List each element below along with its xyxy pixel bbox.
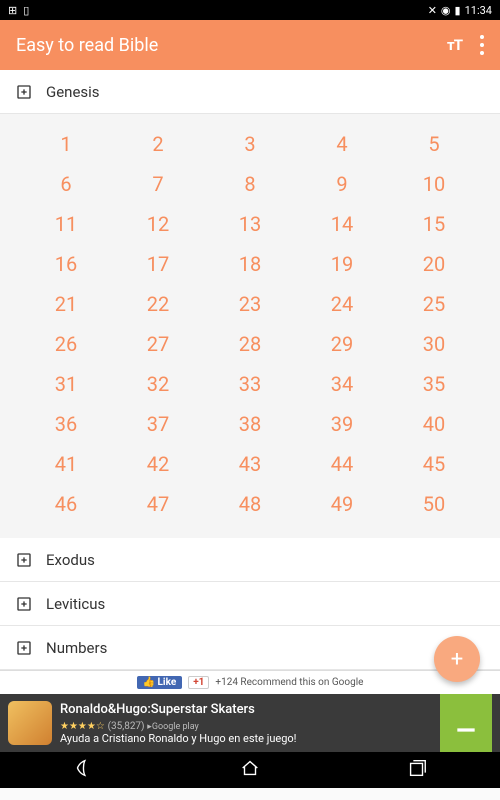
chapter-link[interactable]: 35	[388, 364, 480, 404]
app-bar: Easy to read Bible тT	[0, 20, 500, 70]
chapter-grid-genesis: 1234567891011121314151617181920212223242…	[0, 114, 500, 538]
chapter-link[interactable]: 33	[204, 364, 296, 404]
chapter-link[interactable]: 29	[296, 324, 388, 364]
recents-button[interactable]	[406, 757, 428, 783]
chapter-link[interactable]: 8	[204, 164, 296, 204]
app-title: Easy to read Bible	[16, 35, 447, 56]
plus-icon: +	[451, 647, 463, 672]
chapter-link[interactable]: 27	[112, 324, 204, 364]
chapter-link[interactable]: 19	[296, 244, 388, 284]
chapter-link[interactable]: 50	[388, 484, 480, 524]
add-box-icon	[16, 552, 32, 568]
fab-add-button[interactable]: +	[434, 636, 480, 682]
mute-icon: ✕	[428, 4, 437, 17]
wifi-icon: ◉	[441, 4, 451, 17]
chapter-link[interactable]: 26	[20, 324, 112, 364]
book-row-genesis[interactable]: Genesis	[0, 70, 500, 114]
book-row-exodus[interactable]: Exodus	[0, 538, 500, 582]
chapter-link[interactable]: 44	[296, 444, 388, 484]
chapter-link[interactable]: 16	[20, 244, 112, 284]
device-icon: ▯	[23, 4, 29, 17]
chapter-link[interactable]: 9	[296, 164, 388, 204]
debug-icon: ⊞	[8, 4, 17, 17]
chapter-link[interactable]: 36	[20, 404, 112, 444]
google-play-badge: ▸Google play	[147, 722, 199, 732]
book-label: Leviticus	[46, 595, 105, 613]
download-icon	[453, 710, 479, 736]
overflow-menu-button[interactable]	[480, 33, 484, 57]
add-box-icon	[16, 640, 32, 656]
google-plus-button[interactable]: +1	[188, 676, 209, 689]
book-list: Genesis 12345678910111213141516171819202…	[0, 70, 500, 670]
star-rating-icon: ★★★★☆	[60, 721, 105, 732]
chapter-link[interactable]: 25	[388, 284, 480, 324]
chapter-link[interactable]: 5	[388, 124, 480, 164]
chapter-link[interactable]: 13	[204, 204, 296, 244]
chapter-link[interactable]: 24	[296, 284, 388, 324]
chapter-link[interactable]: 41	[20, 444, 112, 484]
facebook-like-button[interactable]: 👍 Like	[137, 676, 183, 689]
back-button[interactable]	[72, 757, 94, 783]
android-status-bar: ⊞ ▯ ✕ ◉ ▮ 11:34	[0, 0, 500, 20]
ad-banner[interactable]: Ronaldo&Hugo:Superstar Skaters ★★★★☆ (35…	[0, 694, 500, 752]
chapter-link[interactable]: 37	[112, 404, 204, 444]
chapter-link[interactable]: 12	[112, 204, 204, 244]
ad-thumbnail	[8, 701, 52, 745]
ad-title: Ronaldo&Hugo:Superstar Skaters	[60, 702, 432, 717]
chapter-link[interactable]: 32	[112, 364, 204, 404]
chapter-link[interactable]: 4	[296, 124, 388, 164]
chapter-link[interactable]: 1	[20, 124, 112, 164]
book-row-leviticus[interactable]: Leviticus	[0, 582, 500, 626]
add-box-icon	[16, 596, 32, 612]
android-nav-bar	[0, 752, 500, 788]
chapter-link[interactable]: 23	[204, 284, 296, 324]
chapter-link[interactable]: 39	[296, 404, 388, 444]
chapter-link[interactable]: 20	[388, 244, 480, 284]
chapter-link[interactable]: 6	[20, 164, 112, 204]
book-row-numbers[interactable]: Numbers	[0, 626, 500, 670]
chapter-link[interactable]: 17	[112, 244, 204, 284]
chapter-link[interactable]: 45	[388, 444, 480, 484]
chapter-link[interactable]: 47	[112, 484, 204, 524]
ad-text: Ronaldo&Hugo:Superstar Skaters ★★★★☆ (35…	[60, 702, 432, 745]
text-size-button[interactable]: тT	[447, 36, 462, 54]
chapter-link[interactable]: 15	[388, 204, 480, 244]
book-label: Numbers	[46, 639, 107, 657]
chapter-link[interactable]: 28	[204, 324, 296, 364]
chapter-link[interactable]: 42	[112, 444, 204, 484]
chapter-link[interactable]: 2	[112, 124, 204, 164]
chapter-link[interactable]: 40	[388, 404, 480, 444]
book-label: Genesis	[46, 83, 100, 101]
google-recommend-text: +124 Recommend this on Google	[215, 677, 363, 688]
home-button[interactable]	[239, 757, 261, 783]
chapter-link[interactable]: 10	[388, 164, 480, 204]
chapter-link[interactable]: 3	[204, 124, 296, 164]
chapter-link[interactable]: 48	[204, 484, 296, 524]
ad-reviews: (35,827)	[108, 721, 145, 732]
chapter-link[interactable]: 31	[20, 364, 112, 404]
chapter-link[interactable]: 38	[204, 404, 296, 444]
chapter-link[interactable]: 49	[296, 484, 388, 524]
clock: 11:34	[465, 4, 492, 17]
battery-icon: ▮	[455, 4, 461, 17]
book-label: Exodus	[46, 551, 95, 569]
chapter-link[interactable]: 21	[20, 284, 112, 324]
chapter-link[interactable]: 22	[112, 284, 204, 324]
social-bar: 👍 Like +1 +124 Recommend this on Google	[0, 670, 500, 694]
chapter-link[interactable]: 18	[204, 244, 296, 284]
chapter-link[interactable]: 11	[20, 204, 112, 244]
ad-download-button[interactable]	[440, 694, 492, 752]
add-box-icon	[16, 84, 32, 100]
chapter-link[interactable]: 46	[20, 484, 112, 524]
fb-thumb-icon: 👍	[143, 677, 155, 688]
chapter-link[interactable]: 14	[296, 204, 388, 244]
chapter-link[interactable]: 7	[112, 164, 204, 204]
chapter-link[interactable]: 30	[388, 324, 480, 364]
chapter-link[interactable]: 34	[296, 364, 388, 404]
chapter-link[interactable]: 43	[204, 444, 296, 484]
ad-subtitle: Ayuda a Cristiano Ronaldo y Hugo en este…	[60, 732, 432, 745]
